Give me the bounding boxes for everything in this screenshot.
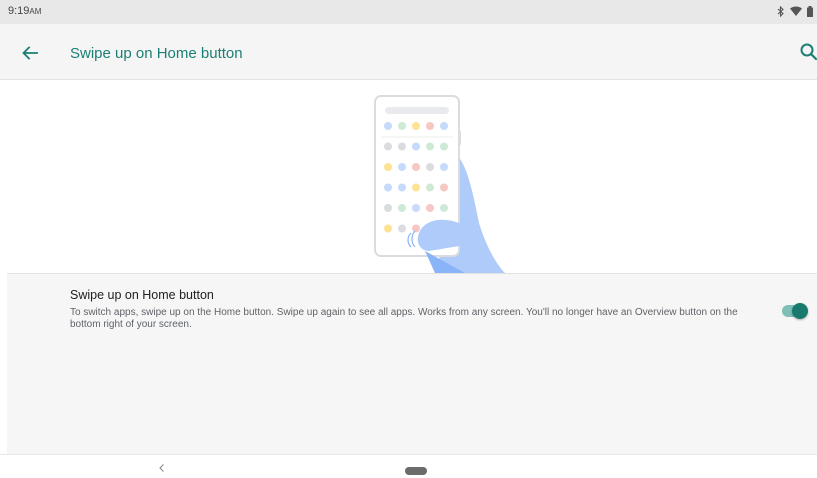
status-bar: 9:19AM xyxy=(0,0,817,24)
swipe-up-toggle[interactable] xyxy=(782,303,808,319)
swipe-up-preference-row[interactable]: Swipe up on Home button To switch apps, … xyxy=(7,274,817,346)
preference-summary: To switch apps, swipe up on the Home but… xyxy=(70,307,738,330)
settings-content: Swipe up on Home button To switch apps, … xyxy=(7,274,817,454)
app-dot xyxy=(426,204,434,212)
app-dot xyxy=(426,142,434,151)
app-dot xyxy=(412,122,420,130)
app-dot xyxy=(384,142,392,151)
arrow-back-icon xyxy=(22,46,38,60)
nav-back-button[interactable] xyxy=(156,461,168,473)
status-time: 9:19AM xyxy=(8,5,41,17)
wifi-icon xyxy=(790,6,802,16)
app-dot xyxy=(440,142,448,151)
nav-home-pill-icon[interactable] xyxy=(405,467,427,475)
phone-in-hand-illustration xyxy=(374,95,505,273)
app-bar: Swipe up on Home button xyxy=(0,24,817,80)
app-dot xyxy=(440,122,448,130)
app-dot xyxy=(384,224,392,233)
app-dot xyxy=(412,163,420,171)
app-dot xyxy=(398,204,406,212)
app-dot xyxy=(384,163,392,171)
app-dot xyxy=(384,183,392,192)
app-dot xyxy=(384,204,392,212)
app-dot xyxy=(426,122,434,130)
app-dot xyxy=(398,163,406,171)
nav-back-icon xyxy=(159,464,164,472)
app-dot xyxy=(398,142,406,151)
search-icon xyxy=(800,43,817,61)
status-time-value: 9:19 xyxy=(8,5,30,17)
status-time-ampm: AM xyxy=(29,7,42,16)
preference-title: Swipe up on Home button xyxy=(70,288,214,302)
back-button[interactable] xyxy=(18,41,42,65)
app-dot xyxy=(412,183,420,192)
app-dot xyxy=(426,163,434,171)
app-dot xyxy=(398,183,406,192)
page-title: Swipe up on Home button xyxy=(70,45,243,62)
search-button[interactable] xyxy=(798,41,817,63)
navigation-bar xyxy=(0,454,817,478)
toggle-thumb xyxy=(792,303,808,319)
app-dot xyxy=(440,204,448,212)
app-dot xyxy=(398,122,406,130)
illustration-area xyxy=(0,81,817,273)
battery-icon xyxy=(807,5,813,17)
app-dot xyxy=(398,224,406,233)
app-dot xyxy=(412,224,420,233)
app-dot xyxy=(426,183,434,192)
app-dot xyxy=(412,204,420,212)
app-dot xyxy=(412,142,420,151)
status-icons xyxy=(777,4,813,18)
app-dot xyxy=(440,183,448,192)
bluetooth-icon xyxy=(777,5,785,17)
app-dot xyxy=(440,163,448,171)
app-dot xyxy=(384,122,392,130)
